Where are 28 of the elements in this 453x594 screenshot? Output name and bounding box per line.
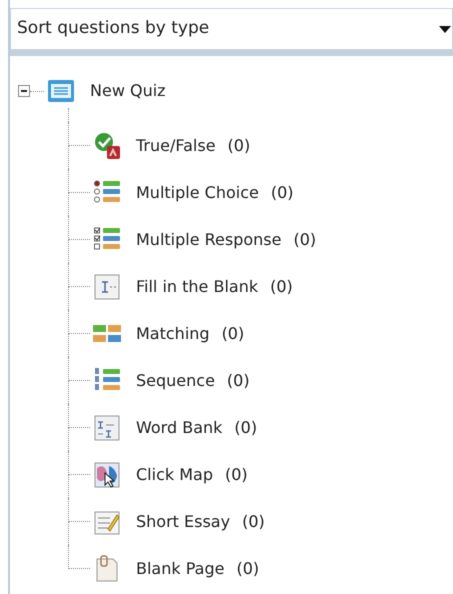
tree-item[interactable]: Fill in the Blank (136, 274, 258, 298)
item-count: (0) (234, 416, 258, 438)
tree-item[interactable]: Sequence (136, 368, 215, 392)
item-count: (0) (270, 182, 294, 204)
tree-item[interactable]: Matching (136, 322, 210, 346)
tree-item[interactable]: Short Essay (136, 510, 230, 534)
item-count: (0) (242, 510, 265, 532)
text-field-icon (92, 272, 122, 302)
item-count: (0) (293, 228, 316, 250)
caret-icon (438, 24, 452, 34)
item-count: (0) (226, 370, 250, 392)
tree-item[interactable]: Multiple Response (136, 228, 282, 252)
map-cursor-icon (92, 460, 122, 490)
tree-item[interactable]: Word Bank (136, 416, 222, 440)
tree-item[interactable]: True/False (136, 134, 216, 158)
item-count: (0) (236, 558, 260, 580)
sort-dropdown[interactable]: Sort questions by type (10, 8, 453, 50)
tree-item[interactable]: Blank Page (136, 556, 224, 580)
item-count: (0) (270, 276, 293, 298)
check-cross-icon (92, 130, 122, 160)
item-count: (0) (224, 464, 248, 486)
tree-item[interactable]: New Quiz (90, 79, 166, 103)
collapse-toggle[interactable] (18, 85, 30, 97)
tree-item[interactable]: Multiple Choice (136, 180, 259, 204)
item-count: (0) (228, 134, 250, 156)
item-count: (0) (222, 322, 244, 344)
word-list-icon (92, 412, 122, 442)
tree-item[interactable]: Click Map (136, 462, 213, 486)
